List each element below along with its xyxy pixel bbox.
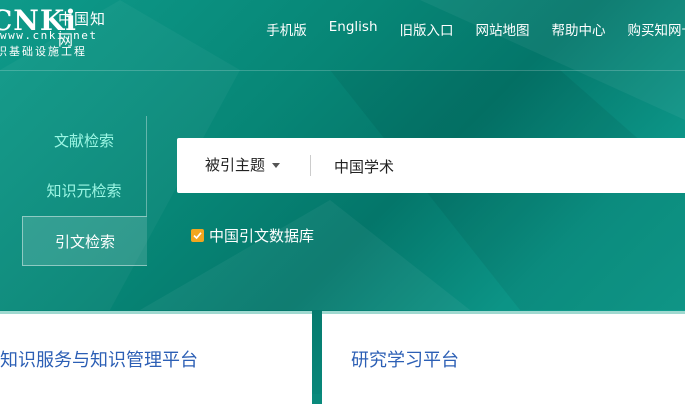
checkbox-label: 中国引文数据库 [209, 225, 314, 246]
platform-card[interactable]: 研究学习平台 [322, 311, 685, 404]
logo-url: www.cnki.net [0, 29, 97, 42]
check-icon [193, 231, 202, 240]
tab-citation-search[interactable]: 引文检索 [22, 216, 147, 266]
search-box: 被引主题 [177, 138, 685, 193]
search-tabs: 文献检索 知识元检索 引文检索 [22, 116, 147, 266]
card-title[interactable]: 业知识服务与知识管理平台 [0, 346, 198, 372]
nav-help[interactable]: 帮助中心 [552, 19, 606, 39]
checkbox[interactable] [191, 229, 204, 242]
platform-card[interactable]: 业知识服务与知识管理平台 [0, 311, 312, 404]
chevron-down-icon [272, 163, 280, 168]
nav-old-version[interactable]: 旧版入口 [400, 19, 454, 39]
database-checkbox-row[interactable]: 中国引文数据库 [191, 225, 314, 246]
tab-literature-search[interactable]: 文献检索 [22, 116, 147, 166]
nav-english[interactable]: English [329, 19, 378, 39]
nav-sitemap[interactable]: 网站地图 [476, 19, 530, 39]
nav-mobile[interactable]: 手机版 [266, 19, 307, 39]
header-divider [0, 70, 685, 71]
nav-buy-card[interactable]: 购买知网卡 [628, 19, 685, 39]
top-bar: CNKi 中国知网 www.cnki.net 识基础设施工程 手机版 Engli… [0, 0, 685, 58]
cnki-logo[interactable]: CNKi 中国知网 www.cnki.net 识基础设施工程 [0, 0, 120, 58]
search-field-select[interactable]: 被引主题 [205, 138, 280, 193]
search-input[interactable] [332, 150, 676, 182]
search-separator [310, 155, 311, 176]
top-nav: 手机版 English 旧版入口 网站地图 帮助中心 购买知网卡 [266, 19, 685, 39]
card-title[interactable]: 研究学习平台 [351, 346, 459, 372]
search-field-label: 被引主题 [205, 156, 265, 174]
logo-subtitle: 识基础设施工程 [0, 43, 87, 59]
tab-knowledge-element-search[interactable]: 知识元检索 [22, 166, 147, 216]
